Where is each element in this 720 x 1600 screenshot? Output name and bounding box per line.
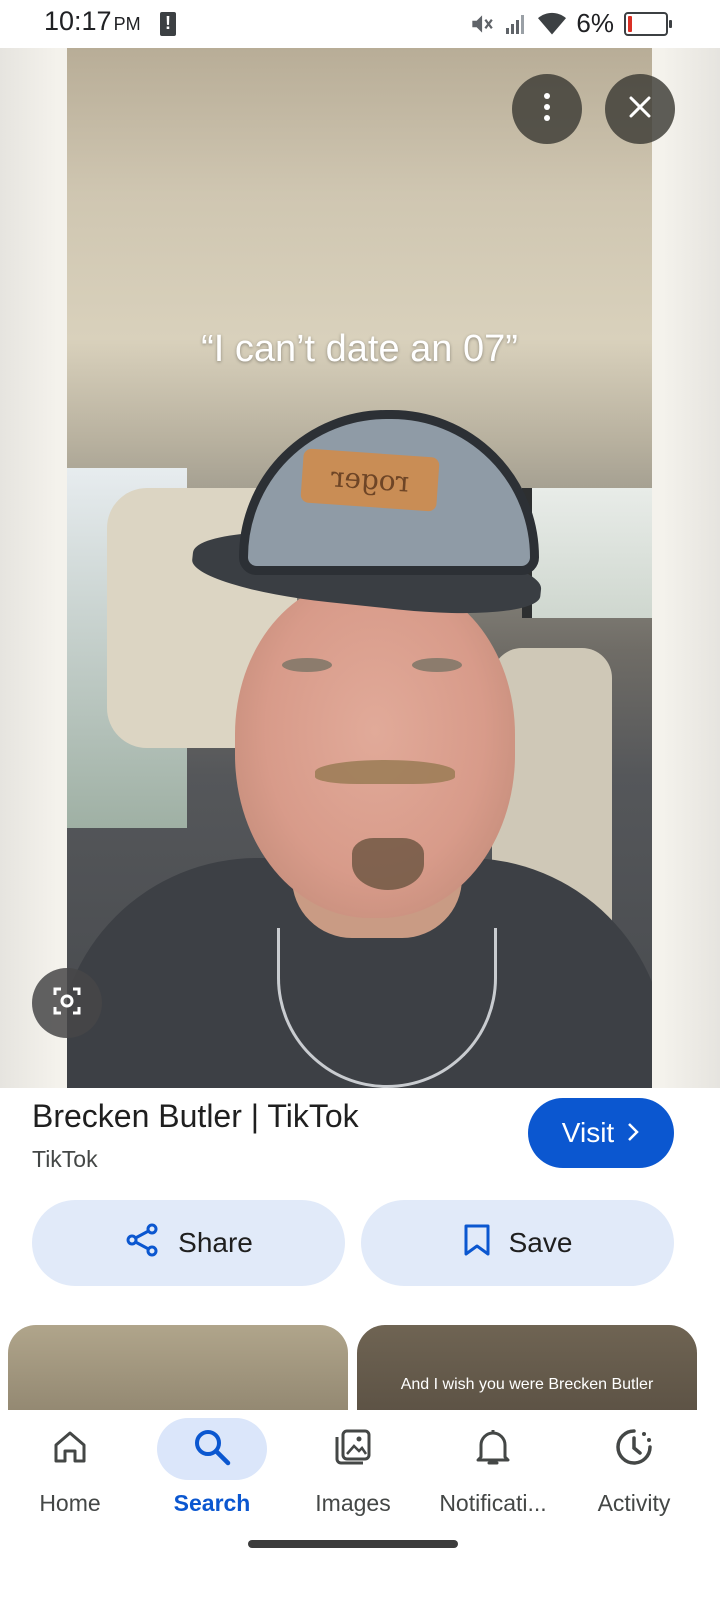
bookmark-icon — [463, 1223, 491, 1264]
search-icon — [192, 1427, 232, 1472]
wifi-icon — [538, 12, 567, 36]
more-options-icon — [542, 92, 552, 127]
nav-home[interactable]: Home — [0, 1410, 142, 1540]
cap-patch: roger — [300, 448, 440, 512]
nav-images[interactable]: Images — [281, 1410, 425, 1540]
bottom-navigation: Home Search Images Notificati... Activit… — [0, 1410, 720, 1600]
image-caption: “I can’t date an 07” — [201, 328, 518, 370]
status-bar: 10:17PM 6% — [0, 0, 720, 48]
nav-notifications-label: Notificati... — [439, 1490, 547, 1516]
signal-icon — [504, 12, 528, 36]
nav-images-label: Images — [315, 1490, 391, 1516]
related-image-caption: And I wish you were Brecken Butler — [400, 1376, 654, 1393]
status-time-value: 10:17 — [44, 6, 112, 36]
lens-button[interactable] — [32, 968, 102, 1038]
save-button[interactable]: Save — [361, 1200, 674, 1286]
share-icon — [124, 1222, 160, 1265]
result-title[interactable]: Brecken Butler | TikTok — [32, 1098, 359, 1135]
save-label: Save — [508, 1227, 573, 1258]
battery-percent: 6% — [576, 8, 614, 38]
home-icon — [51, 1428, 89, 1471]
mute-icon — [468, 11, 494, 37]
nav-search-label: Search — [173, 1490, 251, 1516]
result-image[interactable]: roger “I can’t date an 07” — [67, 48, 652, 1088]
result-source: TikTok — [32, 1146, 98, 1172]
nav-notifications[interactable]: Notificati... — [421, 1410, 565, 1540]
battery-icon — [624, 11, 672, 36]
more-options-button[interactable] — [512, 74, 582, 144]
status-time-ampm: PM — [113, 14, 141, 34]
visit-button[interactable]: Visit — [528, 1098, 674, 1168]
status-icons: 6% — [468, 8, 672, 39]
share-button[interactable]: Share — [32, 1200, 345, 1286]
bell-icon — [475, 1427, 511, 1472]
images-icon — [333, 1427, 373, 1472]
close-button[interactable] — [605, 74, 675, 144]
nav-home-label: Home — [39, 1490, 101, 1516]
nav-search[interactable]: Search — [140, 1410, 284, 1540]
gesture-bar[interactable] — [248, 1540, 458, 1548]
chevron-right-icon — [626, 1117, 640, 1149]
close-icon — [628, 95, 652, 124]
activity-icon — [614, 1427, 654, 1472]
lens-icon — [52, 986, 82, 1021]
status-time: 10:17 PM — [44, 6, 141, 37]
nav-activity[interactable]: Activity — [562, 1410, 706, 1540]
share-label: Share — [178, 1227, 253, 1258]
visit-label: Visit — [561, 1117, 615, 1148]
nav-activity-label: Activity — [597, 1490, 671, 1516]
image-viewer[interactable]: roger “I can’t date an 07” — [0, 48, 720, 1088]
alert-icon — [160, 12, 176, 36]
